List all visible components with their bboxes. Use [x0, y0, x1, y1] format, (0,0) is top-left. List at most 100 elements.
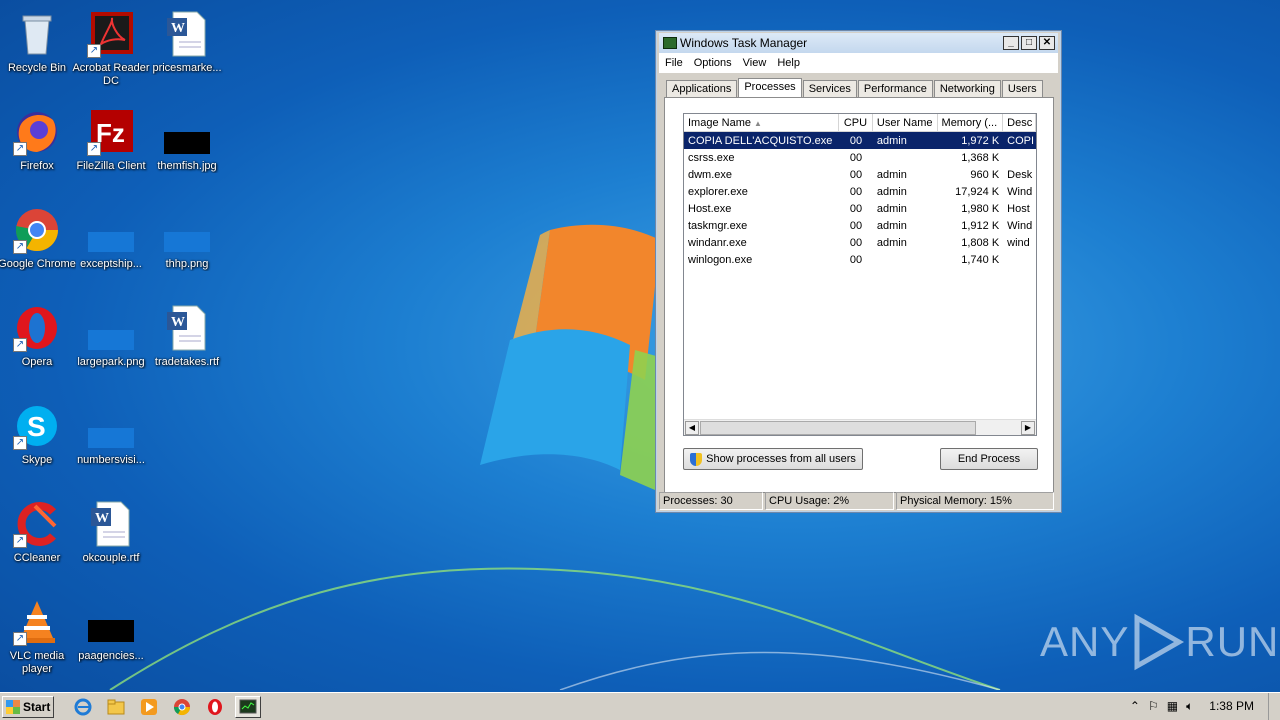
maximize-button[interactable]: □	[1021, 36, 1037, 50]
desktop-icon-themfish[interactable]: themfish.jpg	[150, 102, 224, 192]
desktop-icon-largepark[interactable]: largepark.png	[74, 298, 148, 388]
minimize-button[interactable]: _	[1003, 36, 1019, 50]
windows-flag-icon	[6, 699, 20, 714]
end-process-button[interactable]: End Process	[940, 448, 1038, 470]
close-button[interactable]: ✕	[1039, 36, 1055, 50]
tray-network-icon[interactable]: ▦	[1167, 699, 1178, 713]
desktop-icon-filezilla[interactable]: Fz ↗ FileZilla Client	[74, 102, 148, 192]
taskbar-explorer-icon[interactable]	[103, 696, 129, 718]
show-all-users-button[interactable]: Show processes from all users	[683, 448, 863, 470]
start-button[interactable]: Start	[2, 695, 54, 718]
table-row[interactable]: Host.exe 00 admin 1,980 K Host	[684, 200, 1036, 217]
taskbar-ie-icon[interactable]	[70, 696, 96, 718]
tray-flag-icon[interactable]: ⚐	[1148, 699, 1159, 713]
task-manager-icon	[663, 37, 677, 49]
column-user-name[interactable]: User Name	[873, 114, 938, 131]
svg-text:W: W	[171, 21, 185, 36]
system-tray: ⌃ ⚐ ▦ 🔈︎ 1:38 PM	[1122, 695, 1280, 717]
word-document-icon: W	[163, 10, 211, 58]
word-document-icon: W	[163, 304, 211, 352]
desktop-icon-chrome[interactable]: ↗ Google Chrome	[0, 200, 76, 290]
table-row[interactable]: explorer.exe 00 admin 17,924 K Wind	[684, 183, 1036, 200]
tab-performance[interactable]: Performance	[857, 80, 933, 98]
desktop-icon-numbersvisi[interactable]: numbersvisi...	[74, 396, 148, 486]
image-file-icon	[87, 402, 135, 450]
table-row[interactable]: csrss.exe 00 1,368 K	[684, 149, 1036, 166]
shield-icon	[690, 452, 703, 466]
column-memory[interactable]: Memory (...	[938, 114, 1004, 131]
desktop-icon-vlc[interactable]: ↗ VLC media player	[0, 592, 74, 682]
skype-icon: S ↗	[13, 402, 61, 450]
status-processes: Processes: 30	[659, 492, 763, 510]
desktop-icon-okcouple[interactable]: W okcouple.rtf	[74, 494, 148, 584]
status-physical-memory: Physical Memory: 15%	[896, 492, 1054, 510]
list-header: Image Name ▲ CPU User Name Memory (... D…	[684, 114, 1036, 132]
recycle-bin-icon	[13, 10, 61, 58]
desktop-icon-exceptship[interactable]: exceptship...	[74, 200, 148, 290]
firefox-icon: ↗	[13, 108, 61, 156]
scroll-left-icon[interactable]: ◀	[685, 421, 699, 435]
tray-volume-icon[interactable]: 🔈︎	[1186, 699, 1193, 714]
table-row[interactable]: winlogon.exe 00 1,740 K	[684, 251, 1036, 268]
desktop-icon-pricesmarke[interactable]: W pricesmarke...	[150, 4, 224, 94]
desktop-icon-ccleaner[interactable]: ↗ CCleaner	[0, 494, 74, 584]
shortcut-arrow-icon: ↗	[13, 632, 27, 646]
image-file-icon	[163, 206, 211, 254]
taskbar-opera-icon[interactable]	[202, 696, 228, 718]
chrome-icon: ↗	[13, 206, 61, 254]
task-manager-window: Windows Task Manager _ □ ✕ File Options …	[655, 30, 1062, 513]
table-row[interactable]: taskmgr.exe 00 admin 1,912 K Wind	[684, 217, 1036, 234]
processes-panel: Image Name ▲ CPU User Name Memory (... D…	[664, 97, 1054, 493]
opera-icon: ↗	[13, 304, 61, 352]
shortcut-arrow-icon: ↗	[13, 338, 27, 352]
svg-text:W: W	[95, 511, 109, 526]
desktop-icon-paagencies[interactable]: paagencies...	[74, 592, 148, 682]
image-file-icon	[163, 108, 211, 156]
column-image-name[interactable]: Image Name ▲	[684, 114, 840, 131]
shortcut-arrow-icon: ↗	[13, 534, 27, 548]
image-file-icon	[87, 206, 135, 254]
column-description[interactable]: Desc	[1003, 114, 1036, 131]
sort-arrow-icon: ▲	[754, 119, 762, 128]
desktop-icon-thhp[interactable]: thhp.png	[150, 200, 224, 290]
clock[interactable]: 1:38 PM	[1209, 699, 1254, 713]
horizontal-scrollbar[interactable]: ◀ ▶	[684, 419, 1036, 435]
process-list[interactable]: Image Name ▲ CPU User Name Memory (... D…	[683, 113, 1037, 436]
menu-help[interactable]: Help	[777, 57, 800, 69]
window-title: Windows Task Manager	[680, 36, 808, 50]
desktop-icon-acrobat[interactable]: ↗ Acrobat Reader DC	[72, 4, 150, 94]
show-desktop-button[interactable]	[1268, 693, 1280, 720]
anyrun-watermark: ANY RUN	[1040, 612, 1279, 672]
desktop-icon-tradetakes[interactable]: W tradetakes.rtf	[150, 298, 224, 388]
status-bar: Processes: 30 CPU Usage: 2% Physical Mem…	[659, 492, 1059, 510]
table-row[interactable]: COPIA DELL'ACQUISTO.exe 00 admin 1,972 K…	[684, 132, 1036, 149]
desktop-icon-firefox[interactable]: ↗ Firefox	[0, 102, 74, 192]
menu-file[interactable]: File	[665, 57, 683, 69]
scroll-right-icon[interactable]: ▶	[1021, 421, 1035, 435]
vlc-icon: ↗	[13, 598, 61, 646]
tray-expand-icon[interactable]: ⌃	[1130, 699, 1140, 713]
taskbar: Start ⌃ ⚐ ▦ 🔈︎ 1:38 PM	[0, 692, 1280, 720]
tab-users[interactable]: Users	[1001, 80, 1043, 98]
taskbar-media-player-icon[interactable]	[136, 696, 162, 718]
tab-networking[interactable]: Networking	[933, 80, 1001, 98]
tab-processes[interactable]: Processes	[738, 78, 802, 99]
taskbar-task-manager-button[interactable]	[235, 695, 261, 718]
desktop-icon-skype[interactable]: S ↗ Skype	[0, 396, 74, 486]
menu-options[interactable]: Options	[694, 57, 732, 69]
word-document-icon: W	[87, 500, 135, 548]
desktop-icon-recycle-bin[interactable]: Recycle Bin	[0, 4, 74, 94]
column-cpu[interactable]: CPU	[839, 114, 873, 131]
title-bar[interactable]: Windows Task Manager _ □ ✕	[659, 33, 1058, 53]
tab-services[interactable]: Services	[802, 80, 857, 98]
desktop-icon-opera[interactable]: ↗ Opera	[0, 298, 74, 388]
shortcut-arrow-icon: ↗	[87, 44, 101, 58]
table-row[interactable]: dwm.exe 00 admin 960 K Desk	[684, 166, 1036, 183]
tab-applications[interactable]: Applications	[666, 80, 738, 98]
table-row[interactable]: windanr.exe 00 admin 1,808 K wind	[684, 234, 1036, 251]
image-file-icon	[87, 598, 135, 646]
shortcut-arrow-icon: ↗	[13, 436, 27, 450]
taskbar-chrome-icon[interactable]	[169, 696, 195, 718]
menu-view[interactable]: View	[743, 57, 767, 69]
scroll-thumb[interactable]	[700, 421, 976, 435]
